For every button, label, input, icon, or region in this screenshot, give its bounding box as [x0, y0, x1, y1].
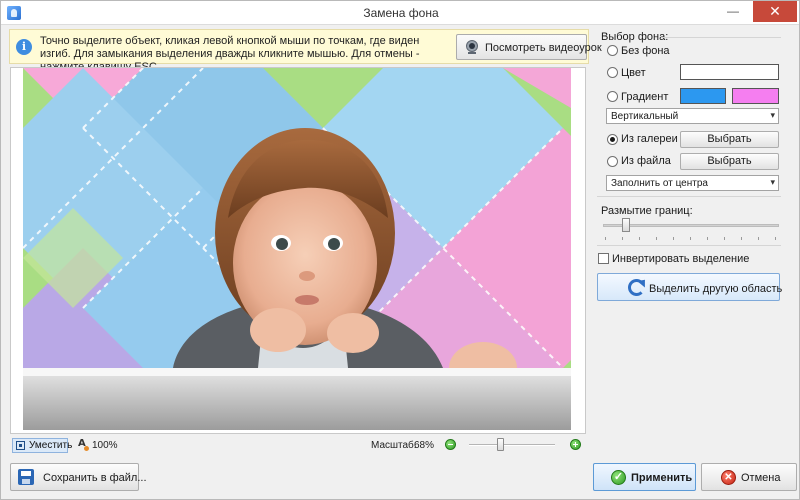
- window-title: Замена фона: [363, 6, 439, 20]
- select-other-area-button[interactable]: Выделить другую область: [597, 273, 783, 301]
- gradient-direction-select[interactable]: Вертикальный ▾: [606, 108, 779, 124]
- select-other-area-label: Выделить другую область: [649, 283, 783, 295]
- divider: [661, 37, 781, 38]
- radio-none-label[interactable]: Без фона: [621, 45, 670, 57]
- radio-gallery-label[interactable]: Из галереи: [621, 133, 678, 145]
- zoom-out-icon[interactable]: [445, 439, 456, 450]
- canvas-margin-right: [571, 68, 585, 433]
- color-swatch[interactable]: [680, 64, 779, 80]
- floppy-disk-icon: [18, 469, 34, 485]
- radio-gradient[interactable]: [607, 91, 618, 102]
- slider-tick: [775, 237, 776, 240]
- save-to-file-label: Сохранить в файл...: [43, 472, 147, 484]
- slider-tick: [622, 237, 623, 240]
- fill-mode-select[interactable]: Заполнить от центра ▾: [606, 175, 779, 191]
- info-icon: i: [16, 39, 32, 55]
- watch-video-button[interactable]: Посмотреть видеоурок: [456, 34, 602, 60]
- radio-file-label[interactable]: Из файла: [621, 155, 671, 167]
- gradient-color-2-swatch[interactable]: [732, 88, 779, 104]
- divider: [597, 196, 781, 197]
- edge-blur-label: Размытие границ:: [601, 205, 693, 217]
- image-canvas[interactable]: [10, 67, 586, 434]
- radio-gradient-label[interactable]: Градиент: [621, 91, 668, 103]
- invert-selection-checkbox[interactable]: [598, 253, 609, 264]
- zoom-slider-thumb[interactable]: [497, 438, 504, 451]
- actual-size-label[interactable]: 100%: [92, 440, 118, 451]
- canvas-margin-left: [11, 68, 23, 433]
- invert-selection-label[interactable]: Инвертировать выделение: [612, 253, 749, 265]
- scale-label: Масштаб:: [371, 440, 417, 451]
- photo-preview[interactable]: [23, 68, 571, 430]
- title-bar: Замена фона — ✕: [1, 1, 799, 25]
- slider-tick: [724, 237, 725, 240]
- fit-to-window-button[interactable]: Уместить: [12, 438, 72, 453]
- zoom-in-icon[interactable]: [570, 439, 581, 450]
- background-choice-title: Выбор фона:: [601, 31, 669, 43]
- hint-bar: i Точно выделите объект, кликая левой кн…: [9, 29, 602, 73]
- slider-tick: [656, 237, 657, 240]
- cancel-button[interactable]: ✕ Отмена: [701, 463, 797, 491]
- child-photo-image: [23, 68, 571, 430]
- apply-button[interactable]: ✓ Применить: [593, 463, 696, 491]
- radio-color[interactable]: [607, 67, 618, 78]
- slider-tick: [639, 237, 640, 240]
- cancel-label: Отмена: [741, 472, 781, 484]
- fit-label: Уместить: [29, 440, 73, 451]
- slider-tick: [605, 237, 606, 240]
- save-to-file-button[interactable]: Сохранить в файл...: [10, 463, 147, 491]
- chevron-down-icon: ▾: [770, 177, 775, 187]
- chevron-down-icon: ▾: [770, 110, 775, 120]
- slider-tick: [707, 237, 708, 240]
- apply-label: Применить: [631, 472, 693, 484]
- slider-tick: [758, 237, 759, 240]
- background-replace-dialog: Замена фона — ✕ i Точно выделите объект,…: [0, 0, 800, 500]
- zoom-slider-track[interactable]: [469, 444, 555, 446]
- minimize-button[interactable]: —: [720, 1, 746, 22]
- close-button[interactable]: ✕: [753, 1, 797, 22]
- watch-video-label: Посмотреть видеоурок: [485, 42, 602, 54]
- edge-blur-slider-thumb[interactable]: [622, 218, 630, 232]
- radio-none[interactable]: [607, 45, 618, 56]
- webcam-icon: [465, 40, 479, 54]
- slider-tick: [741, 237, 742, 240]
- edge-blur-ticks: [605, 237, 779, 240]
- refresh-icon: [628, 279, 645, 296]
- canvas-margin-bottom: [11, 430, 585, 433]
- radio-file[interactable]: [607, 156, 618, 167]
- fill-mode-value: Заполнить от центра: [611, 178, 708, 189]
- radio-color-label[interactable]: Цвет: [621, 67, 646, 79]
- actual-size-icon[interactable]: A: [78, 438, 90, 451]
- checkmark-icon: ✓: [611, 470, 626, 485]
- choose-from-gallery-button[interactable]: Выбрать: [680, 131, 779, 148]
- divider: [597, 245, 781, 246]
- choose-from-file-button[interactable]: Выбрать: [680, 153, 779, 170]
- slider-tick: [690, 237, 691, 240]
- scale-value: 68%: [414, 440, 435, 451]
- fit-icon: [16, 441, 25, 450]
- gradient-color-1-swatch[interactable]: [680, 88, 726, 104]
- gradient-direction-value: Вертикальный: [611, 111, 679, 122]
- radio-gallery[interactable]: [607, 134, 618, 145]
- slider-tick: [673, 237, 674, 240]
- cancel-icon: ✕: [721, 470, 736, 485]
